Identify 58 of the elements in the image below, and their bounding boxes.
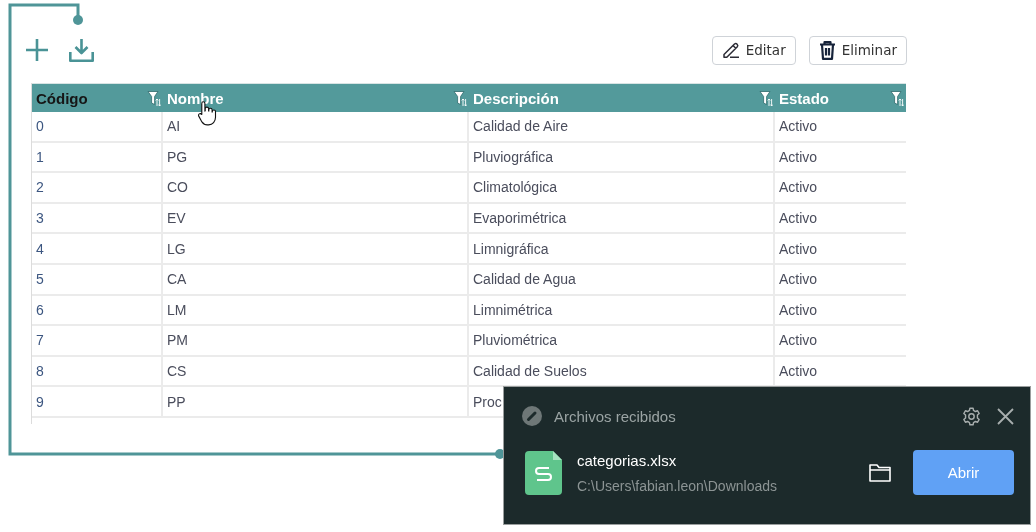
status-cell-text: Activo <box>778 147 819 167</box>
description-cell: Pluviográfica <box>469 142 775 172</box>
description-cell: Pluviométrica <box>469 326 775 355</box>
status-cell-text: Activo <box>778 117 819 137</box>
name-cell: PP <box>163 387 469 416</box>
status-cell-text: Activo <box>778 209 819 229</box>
description-cell: Climatológica <box>469 173 775 202</box>
name-cell: PM <box>163 326 469 355</box>
status-cell-text: Activo <box>778 362 819 382</box>
delete-button[interactable]: Eliminar <box>808 35 907 65</box>
file-path: C:\Users\fabian.leon\Downloads <box>577 477 777 494</box>
name-cell: CS <box>163 356 469 386</box>
column-title[interactable]: Descripción <box>473 89 559 107</box>
status-cell-text: Activo <box>778 331 819 351</box>
edit-button[interactable]: Editar <box>711 35 796 65</box>
code-cell: 3 <box>32 203 163 233</box>
file-name: categorias.xlsx <box>577 451 678 469</box>
description-cell: Limnigráfica <box>469 234 775 263</box>
code-cell: 4 <box>32 234 163 263</box>
name-cell: LM <box>163 295 469 325</box>
name-cell: CO <box>163 173 469 202</box>
filter-icon[interactable] <box>890 89 904 107</box>
pencil-icon <box>721 41 740 59</box>
trash-icon <box>818 40 836 60</box>
code-cell: 7 <box>32 326 163 355</box>
description-cell: Evaporimétrica <box>469 203 775 233</box>
status-cell-text: Activo <box>778 270 819 290</box>
description-cell: Calidad de Aire <box>469 112 775 141</box>
status-cell-text: Activo <box>778 178 819 198</box>
column-title[interactable]: Estado <box>779 89 829 107</box>
close-icon[interactable] <box>997 407 1014 425</box>
status-cell-text: Activo <box>778 300 819 320</box>
name-cell: PG <box>163 142 469 172</box>
code-cell: 9 <box>32 387 163 416</box>
open-button[interactable]: Abrir <box>913 450 1014 495</box>
column-title[interactable]: Nombre <box>167 89 224 107</box>
code-cell: 6 <box>32 295 163 325</box>
settings-icon[interactable] <box>962 406 981 426</box>
column-title[interactable]: Código <box>36 89 88 107</box>
name-cell: CA <box>163 264 469 294</box>
download-icon[interactable] <box>69 38 94 62</box>
description-cell: Limnimétrica <box>469 295 775 325</box>
description-cell: Calidad de Agua <box>469 264 775 294</box>
folder-icon[interactable] <box>869 463 891 482</box>
status-cell-text: Activo <box>778 239 819 259</box>
filter-icon[interactable] <box>453 89 467 107</box>
plus-icon[interactable] <box>26 39 48 61</box>
code-cell: 8 <box>32 356 163 386</box>
name-cell: EV <box>163 203 469 233</box>
spreadsheet-file-icon <box>525 450 562 495</box>
code-cell: 1 <box>32 142 163 172</box>
code-cell: 5 <box>32 264 163 294</box>
name-cell: LG <box>163 234 469 263</box>
code-cell: 2 <box>32 173 163 202</box>
code-cell: 0 <box>32 112 163 141</box>
filter-icon[interactable] <box>759 89 773 107</box>
filter-icon[interactable] <box>147 89 161 107</box>
block-icon <box>522 406 542 426</box>
